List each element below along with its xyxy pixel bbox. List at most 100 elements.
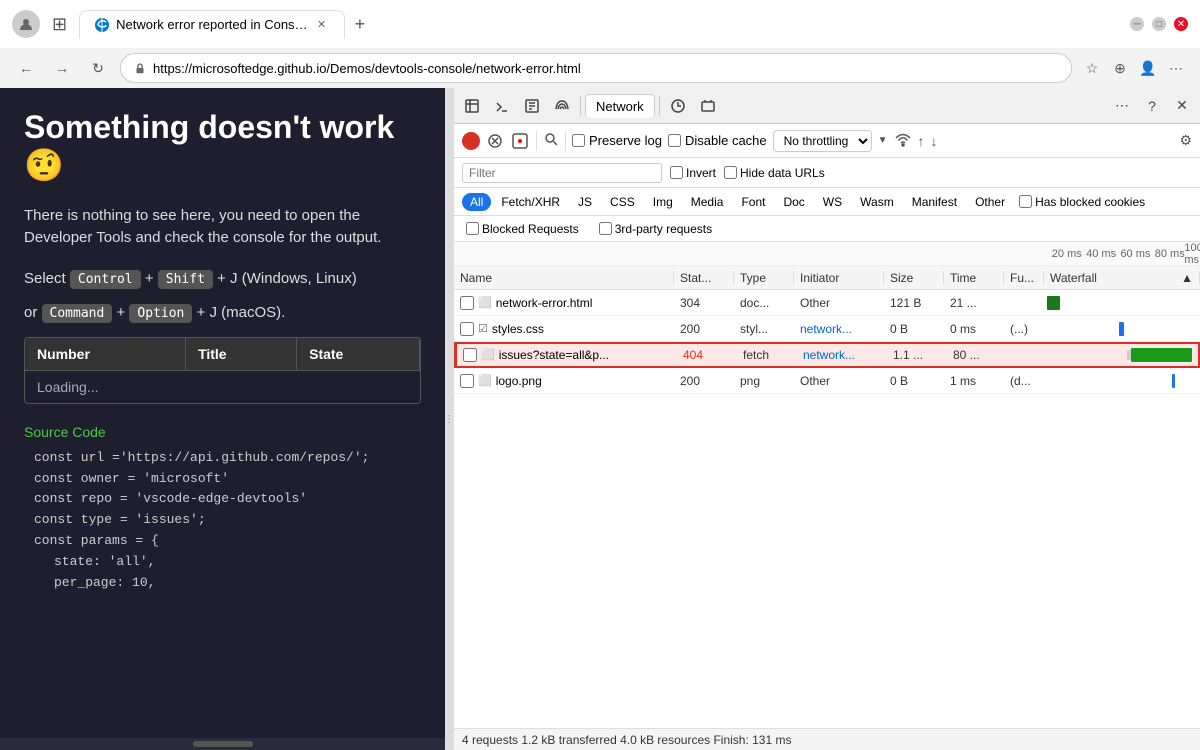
type-filter-other[interactable]: Other	[967, 193, 1013, 211]
type-filter-wasm[interactable]: Wasm	[852, 193, 902, 211]
has-blocked-cookies-label[interactable]: Has blocked cookies	[1019, 195, 1145, 209]
has-blocked-cookies-checkbox[interactable]	[1019, 195, 1032, 208]
table-header: Name Stat... Type Initiator Size Time Fu…	[454, 266, 1200, 290]
type-filter-all[interactable]: All	[462, 193, 491, 211]
profile-icon[interactable]: 👤	[1136, 56, 1160, 80]
th-fu[interactable]: Fu...	[1004, 271, 1044, 285]
type-filter-ws[interactable]: WS	[815, 193, 850, 211]
row-checkbox[interactable]	[460, 322, 474, 336]
import-button[interactable]	[510, 131, 530, 151]
hide-data-urls-label[interactable]: Hide data URLs	[724, 166, 825, 180]
blocked-requests-bar: Blocked Requests 3rd-party requests	[454, 216, 1200, 242]
code-line-7: per_page: 10,	[34, 573, 421, 594]
code-block: const url ='https://api.github.com/repos…	[24, 448, 421, 594]
invert-checkbox-label[interactable]: Invert	[670, 166, 716, 180]
row-time: 21 ...	[944, 296, 1004, 310]
back-button[interactable]: ←	[12, 54, 40, 82]
preserve-log-label[interactable]: Preserve log	[572, 133, 662, 148]
active-tab[interactable]: Network error reported in Cons… ✕	[79, 10, 344, 39]
disable-cache-label[interactable]: Disable cache	[668, 133, 767, 148]
network-tool-icon[interactable]	[548, 92, 576, 120]
application-tool[interactable]	[694, 92, 722, 120]
filter-input[interactable]	[462, 163, 662, 183]
forward-button[interactable]: →	[48, 54, 76, 82]
record-button[interactable]	[462, 132, 480, 150]
invert-checkbox[interactable]	[670, 166, 683, 179]
type-filter-doc[interactable]: Doc	[775, 193, 812, 211]
waterfall-bar	[1047, 296, 1059, 310]
timeline-20ms: 20 ms	[1052, 248, 1082, 260]
hide-data-urls-checkbox[interactable]	[724, 166, 737, 179]
table-row[interactable]: ⬜ network-error.html 304 doc... Other 12…	[454, 290, 1200, 316]
th-state: State	[297, 338, 420, 371]
type-filter-font[interactable]: Font	[733, 193, 773, 211]
shift-kbd: Shift	[158, 270, 213, 289]
th-status[interactable]: Stat...	[674, 271, 734, 285]
resize-handle[interactable]: ⋮	[445, 88, 453, 750]
code-line-6: state: 'all',	[34, 552, 421, 573]
type-filter-img[interactable]: Img	[645, 193, 681, 211]
type-filter-css[interactable]: CSS	[602, 193, 643, 211]
row-status: 404	[677, 348, 737, 362]
sidebar-toggle[interactable]: ⊞	[52, 14, 67, 35]
row-checkbox[interactable]	[460, 374, 474, 388]
user-avatar[interactable]	[12, 10, 40, 38]
help-button[interactable]: ?	[1138, 92, 1166, 120]
download-icon[interactable]: ↓	[931, 133, 938, 149]
row-name: styles.css	[492, 322, 544, 336]
inspector-tool[interactable]	[458, 92, 486, 120]
console-tool[interactable]	[488, 92, 516, 120]
clear-button[interactable]	[486, 132, 504, 150]
th-size[interactable]: Size	[884, 271, 944, 285]
row-checkbox[interactable]	[460, 296, 474, 310]
search-button[interactable]	[543, 131, 559, 150]
th-initiator[interactable]: Initiator	[794, 271, 884, 285]
th-waterfall[interactable]: Waterfall ▲	[1044, 271, 1200, 285]
table-row[interactable]: ⬜ logo.png 200 png Other 0 B 1 ms (d...	[454, 368, 1200, 394]
type-filter-js[interactable]: JS	[570, 193, 600, 211]
minimize-button[interactable]: ─	[1130, 17, 1144, 31]
code-line-5: const params = {	[34, 531, 421, 552]
table-row-error[interactable]: ⬜ issues?state=all&p... 404 fetch networ…	[454, 342, 1200, 368]
performance-tool[interactable]	[664, 92, 692, 120]
th-name[interactable]: Name	[454, 271, 674, 285]
type-filter-manifest[interactable]: Manifest	[904, 193, 965, 211]
type-filter-fetchxhr[interactable]: Fetch/XHR	[493, 193, 568, 211]
row-checkbox[interactable]	[463, 348, 477, 362]
favorites-icon[interactable]: ☆	[1080, 56, 1104, 80]
new-tab-button[interactable]: +	[345, 8, 376, 41]
macos-text: (macOS).	[221, 304, 285, 321]
close-button[interactable]: ✕	[1174, 17, 1188, 31]
row-name: issues?state=all&p...	[499, 348, 609, 362]
th-type[interactable]: Type	[734, 271, 794, 285]
maximize-button[interactable]: □	[1152, 17, 1166, 31]
type-filter-media[interactable]: Media	[683, 193, 732, 211]
more-tools-button[interactable]: ⋯	[1108, 92, 1136, 120]
th-time[interactable]: Time	[944, 271, 1004, 285]
preserve-log-checkbox[interactable]	[572, 134, 585, 147]
file-icon: ☑	[478, 322, 488, 335]
sources-tool[interactable]	[518, 92, 546, 120]
sort-arrow: ▲	[1181, 271, 1193, 285]
collections-icon[interactable]: ⊕	[1108, 56, 1132, 80]
network-table: ⬜ network-error.html 304 doc... Other 12…	[454, 290, 1200, 728]
browser-menu[interactable]: ⋯	[1164, 56, 1188, 80]
third-party-label[interactable]: 3rd-party requests	[599, 222, 712, 236]
close-devtools-button[interactable]: ✕	[1168, 92, 1196, 120]
upload-icon[interactable]: ↑	[918, 133, 925, 149]
network-tab[interactable]: Network	[585, 94, 655, 118]
network-settings-icon[interactable]: ⚙	[1179, 132, 1192, 149]
refresh-button[interactable]: ↻	[84, 54, 112, 82]
row-size: 0 B	[884, 322, 944, 336]
file-icon: ⬜	[478, 296, 492, 309]
close-tab-button[interactable]: ✕	[314, 17, 330, 33]
disable-cache-checkbox[interactable]	[668, 134, 681, 147]
network-toolbar: Preserve log Disable cache No throttling…	[454, 124, 1200, 158]
blocked-requests-label[interactable]: Blocked Requests	[466, 222, 579, 236]
table-row[interactable]: ☑ styles.css 200 styl... network... 0 B …	[454, 316, 1200, 342]
throttle-select[interactable]: No throttling	[773, 130, 872, 152]
url-bar[interactable]: https://microsoftedge.github.io/Demos/de…	[120, 53, 1072, 83]
blocked-requests-checkbox[interactable]	[466, 222, 479, 235]
source-section: Source Code const url ='https://api.gith…	[24, 424, 421, 594]
third-party-checkbox[interactable]	[599, 222, 612, 235]
